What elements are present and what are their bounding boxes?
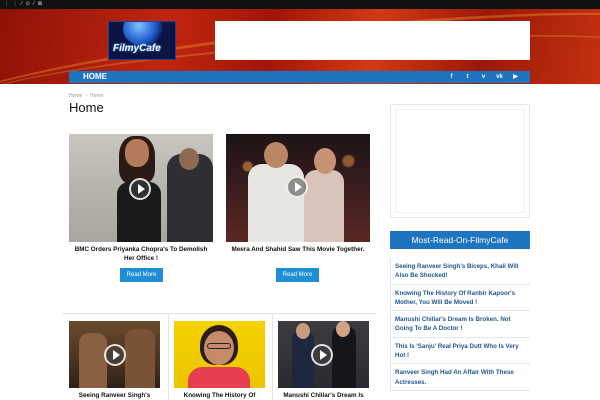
read-more-button[interactable]: Read More — [276, 268, 319, 282]
top-utility-bar: ⋮ ⋮ ⁄ ⊙ ⁄ ⊠ — [0, 0, 600, 9]
breadcrumb-root[interactable]: Home — [69, 93, 82, 99]
most-read-item[interactable]: Seeing Ranveer Singh's Biceps, Khali Wil… — [390, 258, 530, 285]
breadcrumb-current: Home — [90, 93, 104, 99]
person-figure — [314, 148, 336, 174]
person-figure — [179, 148, 199, 170]
facebook-icon[interactable]: f — [447, 71, 456, 83]
section-divider — [62, 313, 377, 314]
person-figure — [304, 170, 344, 242]
play-icon[interactable] — [286, 176, 308, 198]
person-figure — [188, 367, 250, 388]
person-figure — [125, 329, 155, 388]
twitter-icon[interactable]: t — [463, 71, 472, 83]
utility-glyphs: ⋮ ⋮ ⁄ ⊙ ⁄ ⊠ — [4, 1, 43, 7]
read-more-button[interactable]: Read More — [120, 268, 163, 282]
grid-caption[interactable]: Knowing The History Of — [171, 392, 268, 400]
youtube-icon[interactable]: ▶ — [511, 71, 520, 83]
breadcrumb-separator: › — [85, 93, 88, 99]
page-title: Home — [69, 100, 104, 115]
person-figure — [292, 331, 314, 388]
most-read-item[interactable]: Ranveer Singh Had An Affair With These A… — [390, 364, 530, 391]
most-read-item[interactable]: Knowing The History Of Ranbir Kapoor's M… — [390, 284, 530, 312]
nav-item-home[interactable]: HOME — [83, 71, 107, 83]
featured-thumbnail-priyanka[interactable] — [69, 134, 213, 242]
most-read-list: Seeing Ranveer Singh's Biceps, Khali Wil… — [390, 258, 530, 391]
most-read-item[interactable]: Manushi Chillar's Dream Is Broken. Not G… — [390, 311, 530, 338]
column-divider — [168, 313, 169, 400]
grid-thumbnail-ranveer[interactable] — [69, 321, 160, 388]
grid-thumbnail-mother[interactable] — [174, 321, 265, 388]
person-figure — [79, 333, 107, 388]
grid-caption[interactable]: Seeing Ranveer Singh's — [66, 392, 163, 400]
person-figure — [336, 321, 350, 337]
person-figure — [296, 323, 310, 339]
person-figure — [125, 139, 149, 167]
play-icon[interactable] — [104, 344, 126, 366]
site-logo[interactable]: FilmyCafe — [108, 21, 176, 60]
sidebar-ad-slot — [390, 104, 530, 218]
logo-text: FilmyCafe — [113, 43, 161, 54]
featured-caption[interactable]: Meera And Shahid Saw This Movie Together… — [229, 246, 367, 255]
person-figure — [207, 343, 231, 349]
breadcrumb: Home › Home — [69, 93, 103, 99]
vk-icon[interactable]: vk — [495, 71, 504, 83]
header-ad-slot — [215, 21, 530, 60]
vimeo-icon[interactable]: v — [479, 71, 488, 83]
column-divider — [272, 313, 273, 400]
sidebar-ad-frame — [395, 109, 525, 213]
person-figure — [264, 142, 288, 168]
most-read-item[interactable]: This Is 'Sanju' Real Priya Dutt Who Is V… — [390, 337, 530, 365]
featured-thumbnail-meera-shahid[interactable] — [226, 134, 370, 242]
featured-caption[interactable]: BMC Orders Priyanka Chopra's To Demolish… — [72, 246, 210, 263]
most-read-widget-title: Most-Read-On-FilmyCafe — [390, 231, 530, 249]
social-links: f t v vk ▶ — [447, 71, 520, 83]
play-icon[interactable] — [311, 344, 333, 366]
grid-thumbnail-manushi[interactable] — [278, 321, 369, 388]
main-navigation: HOME f t v vk ▶ — [69, 71, 530, 83]
play-icon[interactable] — [129, 178, 151, 200]
grid-caption[interactable]: Manushi Chillar's Dream Is — [275, 392, 372, 400]
